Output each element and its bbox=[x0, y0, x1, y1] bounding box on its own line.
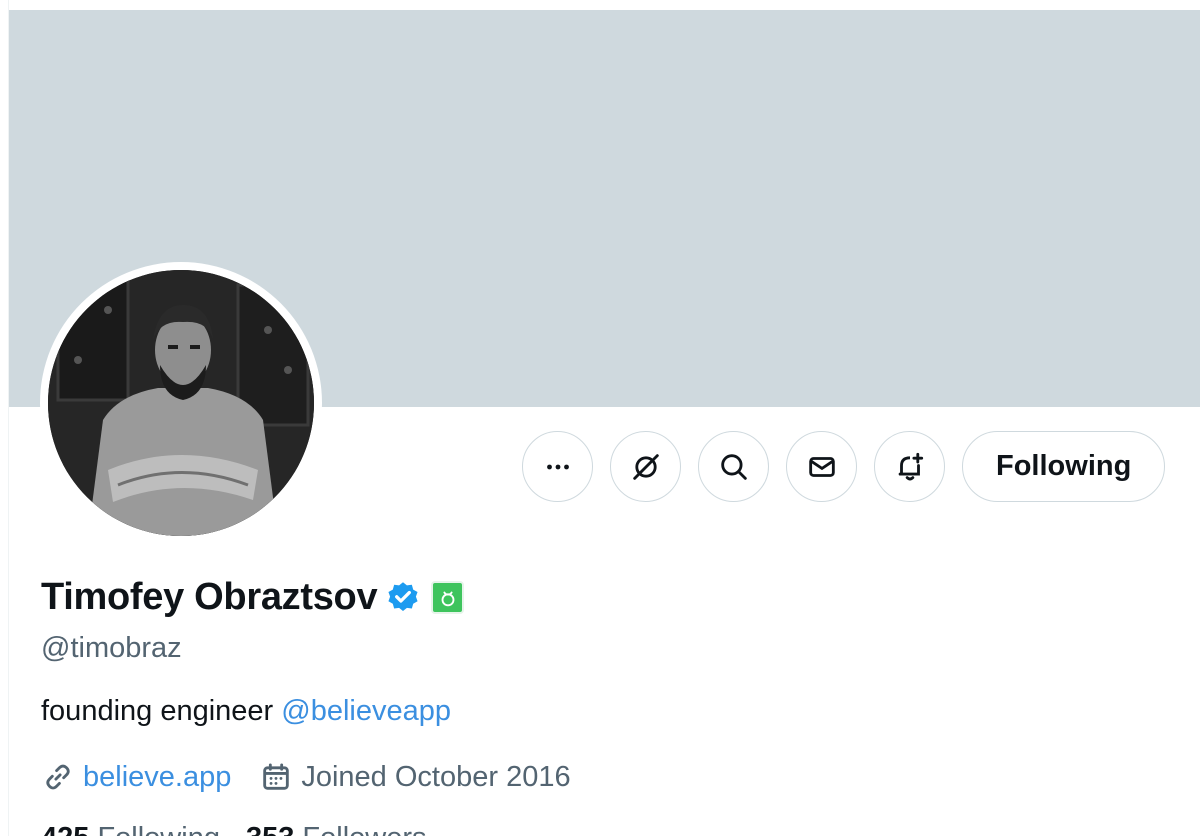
avatar-photo bbox=[48, 270, 314, 536]
message-icon bbox=[808, 456, 835, 477]
calendar-icon bbox=[263, 763, 290, 790]
following-button[interactable]: Following bbox=[962, 431, 1166, 502]
more-icon bbox=[546, 464, 569, 469]
profile-avatar[interactable] bbox=[40, 262, 322, 544]
grok-button[interactable] bbox=[610, 431, 681, 502]
name-row: Timofey Obraztsov bbox=[41, 576, 465, 619]
follow-counts: 425 Following 353 Followers bbox=[41, 822, 427, 836]
display-name: Timofey Obraztsov bbox=[41, 576, 378, 618]
website-link[interactable]: believe.app bbox=[83, 761, 231, 794]
notification-button[interactable] bbox=[874, 431, 945, 502]
following-label: Following bbox=[97, 822, 220, 836]
website-item: believe.app bbox=[41, 760, 231, 794]
profile-actions: Following bbox=[522, 431, 1166, 502]
left-rail bbox=[0, 0, 9, 836]
bio-text: founding engineer bbox=[41, 695, 282, 727]
joined-date: Joined October 2016 bbox=[301, 760, 571, 793]
following-count: 425 bbox=[41, 822, 89, 836]
link-icon bbox=[46, 764, 70, 790]
search-icon bbox=[720, 453, 747, 480]
followers-count-link[interactable]: 353 Followers bbox=[246, 822, 427, 836]
profile-meta: believe.app Joined October 2016 bbox=[41, 760, 599, 794]
message-button[interactable] bbox=[786, 431, 857, 502]
search-button[interactable] bbox=[698, 431, 769, 502]
grok-icon bbox=[632, 453, 659, 480]
bio-mention-link[interactable]: @believeapp bbox=[281, 695, 451, 727]
user-handle: @timobraz bbox=[41, 632, 182, 664]
verified-badge-icon[interactable] bbox=[385, 580, 421, 616]
notification-add-icon bbox=[898, 452, 923, 480]
followers-count: 353 bbox=[246, 822, 294, 836]
followers-label: Followers bbox=[302, 822, 426, 836]
joined-item: Joined October 2016 bbox=[259, 760, 571, 794]
following-count-link[interactable]: 425 Following bbox=[41, 822, 220, 836]
profile-bio: founding engineer @believeapp bbox=[41, 695, 451, 728]
top-strip bbox=[0, 0, 1200, 10]
avatar-illustration bbox=[48, 270, 314, 536]
more-button[interactable] bbox=[522, 431, 593, 502]
profile-page: Following Timofey Obraztsov @timobraz fo… bbox=[0, 0, 1200, 836]
affiliate-badge-icon[interactable] bbox=[431, 581, 465, 614]
